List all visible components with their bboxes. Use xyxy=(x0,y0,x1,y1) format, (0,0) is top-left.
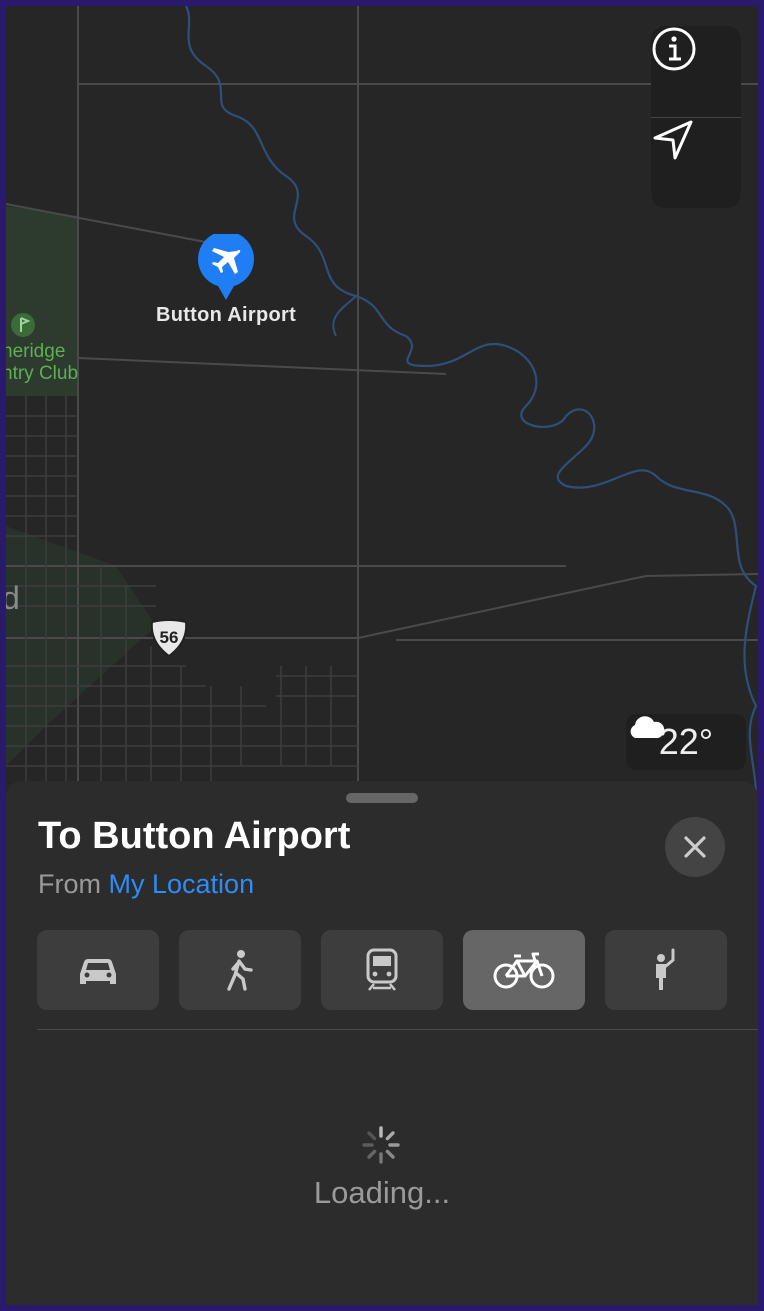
train-icon xyxy=(366,948,398,991)
weather-badge: 22° xyxy=(626,714,746,770)
maps-screen: neridge ntry Club d Button Airport 56 22… xyxy=(6,6,758,1305)
mode-rideshare-button[interactable] xyxy=(605,930,727,1010)
sheet-grabber[interactable] xyxy=(346,793,418,803)
hailing-person-icon xyxy=(656,948,675,990)
weather-temp: 22° xyxy=(658,721,714,762)
mode-walk-button[interactable] xyxy=(179,930,301,1010)
close-icon xyxy=(684,836,706,858)
loading-text: Loading... xyxy=(313,1175,451,1210)
loading-spinner-icon xyxy=(361,1125,401,1165)
walking-icon xyxy=(227,950,253,991)
location-arrow-icon xyxy=(653,120,693,160)
place-label[interactable]: Button Airport xyxy=(116,304,336,327)
directions-title: To Button Airport xyxy=(38,815,351,857)
from-line: From My Location xyxy=(38,869,254,900)
mode-transit-button[interactable] xyxy=(321,930,443,1010)
bicycle-icon xyxy=(493,952,555,989)
close-button[interactable] xyxy=(665,817,725,877)
map-controls xyxy=(651,26,741,208)
cloud-icon xyxy=(630,716,665,738)
svg-text:56: 56 xyxy=(160,628,179,647)
from-location-link[interactable]: My Location xyxy=(109,869,255,899)
golf-icon xyxy=(10,312,36,338)
directions-sheet: To Button Airport From My Location Loadi… xyxy=(6,781,758,1305)
route-shield: 56 xyxy=(148,618,190,658)
map-view[interactable]: neridge ntry Club d Button Airport 56 22… xyxy=(6,6,758,806)
mode-drive-button[interactable] xyxy=(37,930,159,1010)
locate-button[interactable] xyxy=(651,118,741,208)
airplane-icon[interactable] xyxy=(196,234,256,302)
map-canvas xyxy=(6,6,758,806)
sheet-divider xyxy=(37,1029,758,1030)
transport-modes xyxy=(37,930,727,1010)
town-label: d xyxy=(6,580,20,616)
info-button[interactable] xyxy=(651,26,741,116)
mode-cycle-button[interactable] xyxy=(463,930,585,1010)
from-prefix: From xyxy=(38,869,101,899)
club-label: neridge ntry Club xyxy=(6,341,79,384)
car-icon xyxy=(80,959,116,984)
info-icon xyxy=(652,27,696,71)
